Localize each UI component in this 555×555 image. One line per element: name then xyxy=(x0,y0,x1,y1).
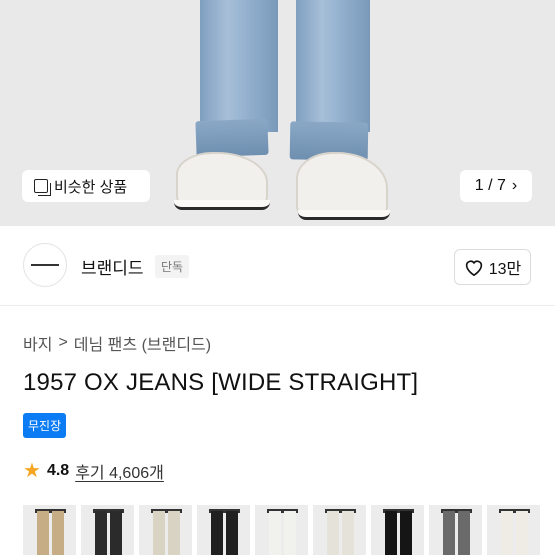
review-count-link[interactable]: 후기 4,606개 xyxy=(75,459,164,483)
thumbnail-pant-leg xyxy=(284,511,296,555)
color-thumbnail[interactable] xyxy=(139,505,192,555)
rating-score: 4.8 xyxy=(46,462,70,479)
chevron-right-icon: › xyxy=(511,177,518,194)
product-title: 1957 OX JEANS [WIDE STRAIGHT] xyxy=(23,369,419,396)
like-count: 13만 xyxy=(488,261,522,278)
exclusive-badge: 단독 xyxy=(155,255,190,278)
color-thumbnails xyxy=(23,505,555,555)
thumbnail-pant-leg xyxy=(168,511,180,555)
breadcrumb-separator: > xyxy=(58,334,68,351)
similar-products-button[interactable]: 비슷한 상품 xyxy=(22,170,150,202)
brand-logo[interactable] xyxy=(23,243,67,287)
jeans-left-leg xyxy=(200,0,278,132)
copy-square-icon xyxy=(34,179,51,196)
color-thumbnail[interactable] xyxy=(255,505,308,555)
sneaker-right xyxy=(296,152,388,218)
color-thumbnail[interactable] xyxy=(313,505,366,555)
thumbnail-pant-leg xyxy=(37,511,49,555)
sneaker-sole-left xyxy=(174,200,270,210)
color-thumbnail[interactable] xyxy=(81,505,134,555)
thumbnail-pant-leg xyxy=(342,511,354,555)
promo-badge: 무진장 xyxy=(23,413,67,438)
thumbnail-pant-leg xyxy=(385,511,397,555)
product-image[interactable]: 비슷한 상품 1 / 7 › xyxy=(0,0,555,226)
thumbnail-pant-leg xyxy=(211,511,223,555)
star-filled-icon: ★ xyxy=(23,460,41,482)
image-pager[interactable]: 1 / 7 › xyxy=(460,170,532,202)
brand-name[interactable]: 브랜디드 xyxy=(81,254,144,279)
thumbnail-pant-leg xyxy=(516,511,528,555)
thumbnail-pant-leg xyxy=(153,511,165,555)
color-thumbnail[interactable] xyxy=(371,505,424,555)
thumbnail-pant-leg xyxy=(400,511,412,555)
thumbnail-pant-leg xyxy=(327,511,339,555)
similar-products-label: 비슷한 상품 xyxy=(54,178,128,196)
thumbnail-pant-leg xyxy=(458,511,470,555)
breadcrumb-category[interactable]: 바지 xyxy=(23,331,52,355)
color-thumbnail[interactable] xyxy=(197,505,250,555)
thumbnail-pant-leg xyxy=(110,511,122,555)
brand-row: 브랜디드 단독 13만 xyxy=(0,226,555,306)
jeans-right-leg xyxy=(296,0,370,132)
color-thumbnail[interactable] xyxy=(23,505,76,555)
rating-row: ★ 4.8 후기 4,606개 xyxy=(23,459,164,483)
thumbnail-pant-leg xyxy=(501,511,513,555)
thumbnail-pant-leg xyxy=(269,511,281,555)
thumbnail-pant-leg xyxy=(52,511,64,555)
like-button[interactable]: 13만 xyxy=(454,249,531,285)
thumbnail-pant-leg xyxy=(443,511,455,555)
thumbnail-pant-leg xyxy=(95,511,107,555)
pager-text: 1 / 7 xyxy=(474,177,506,194)
breadcrumb: 바지 > 데님 팬츠 (브랜디드) xyxy=(23,331,211,355)
color-thumbnail[interactable] xyxy=(429,505,482,555)
color-thumbnail[interactable] xyxy=(487,505,540,555)
thumbnail-pant-leg xyxy=(226,511,238,555)
sneaker-sole-right xyxy=(298,210,390,220)
heart-outline-icon xyxy=(465,260,482,276)
breadcrumb-subcategory[interactable]: 데님 팬츠 (브랜디드) xyxy=(74,331,211,355)
